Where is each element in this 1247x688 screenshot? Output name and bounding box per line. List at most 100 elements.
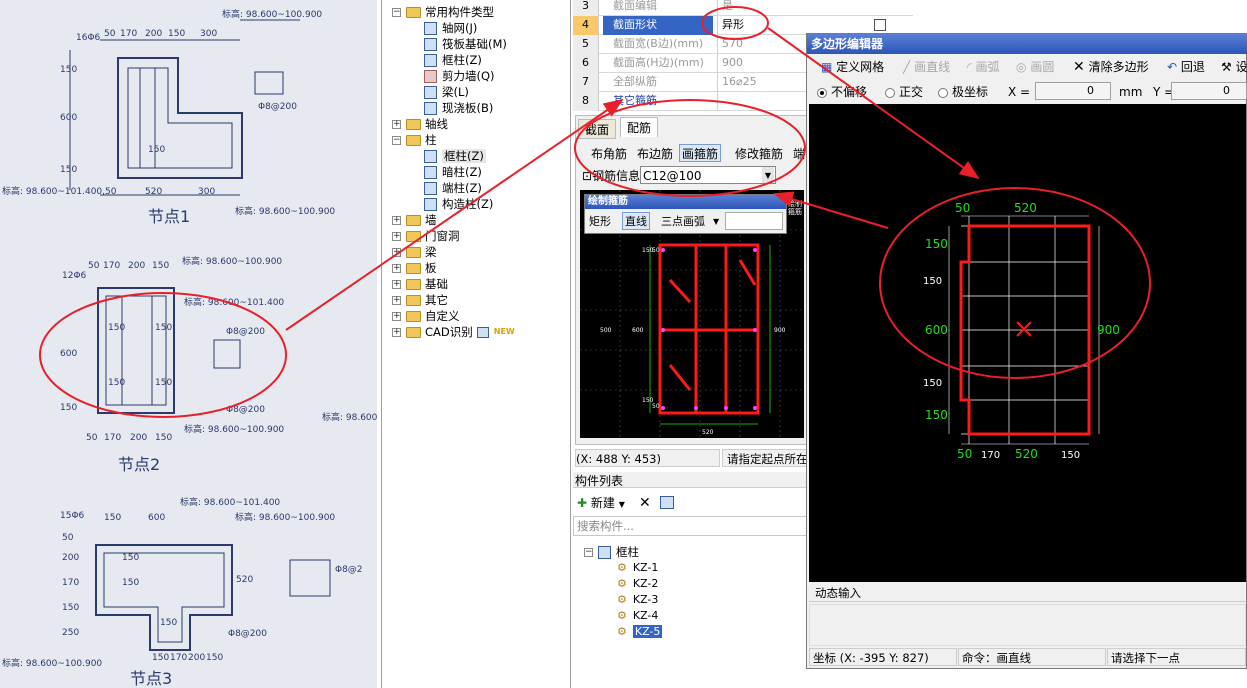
undo-button[interactable]: ↶ 回退 [1167, 58, 1205, 76]
n3-right: 520 [236, 575, 253, 585]
unit-label: mm [1119, 85, 1143, 99]
row-number: 3 [573, 0, 599, 16]
tree-item-raft[interactable]: 筏板基础(M) [424, 36, 507, 52]
radio-icon [938, 87, 948, 98]
line-tool-button[interactable]: 直线 [622, 212, 650, 230]
tree-item-az[interactable]: 暗柱(Z) [424, 164, 482, 180]
expand-icon[interactable]: + [392, 312, 401, 321]
mode-polar[interactable]: 极坐标 [938, 83, 988, 101]
n1-left-0: 150 [60, 65, 77, 75]
end-button[interactable]: 端 [793, 145, 805, 163]
column-icon [424, 54, 437, 67]
status-hint: 请选择下一点 [1107, 648, 1246, 666]
tree-axis[interactable]: 轴线 [406, 116, 448, 132]
collapse-icon[interactable]: − [392, 136, 401, 145]
expand-icon[interactable]: + [392, 216, 401, 225]
expand-icon[interactable]: + [392, 296, 401, 305]
modify-stirrup-button[interactable]: 修改箍筋 [735, 145, 783, 163]
y-input[interactable]: 0 [1171, 82, 1247, 100]
list-item[interactable]: ⚙ KZ-4 [617, 608, 658, 624]
settings-button[interactable]: ⚒ 设 [1221, 58, 1247, 76]
collapse-icon[interactable]: − [584, 548, 593, 557]
corner-rebar-button[interactable]: 布角筋 [591, 145, 627, 163]
tree-item-frame-column[interactable]: 框柱(Z) [424, 52, 482, 68]
tree-item-gz[interactable]: 构造柱(Z) [424, 196, 493, 212]
section-canvas[interactable]: 150 50 600 150 50 900 520 500 绘制箍筋 矩形 直线… [580, 190, 804, 438]
n3-inner-1: 150 [122, 578, 139, 588]
dropdown-arrow-icon[interactable]: ▼ [713, 213, 719, 231]
expand-icon[interactable]: + [392, 120, 401, 129]
list-item[interactable]: ⚙ KZ-2 [617, 576, 658, 592]
clear-polygon-button[interactable]: ✕ 清除多边形 [1073, 58, 1149, 76]
collapse-icon[interactable]: − [392, 8, 401, 17]
undo-icon: ↶ [1167, 60, 1178, 74]
expand-icon[interactable]: + [392, 248, 401, 257]
polygon-canvas[interactable]: 50 520 150 600 150 900 50 520 150 150 17… [809, 104, 1246, 582]
tree-slab[interactable]: 板 [406, 260, 437, 276]
tree-item-shear-wall[interactable]: 剪力墙(Q) [424, 68, 495, 84]
dropdown-arrow-icon[interactable]: ▼ [762, 167, 774, 183]
tree-label: 端柱(Z) [442, 181, 482, 195]
tree-custom[interactable]: 自定义 [406, 308, 460, 324]
tree-beam[interactable]: 梁 [406, 244, 437, 260]
n3-elev3: 标高: 98.600~100.900 [2, 657, 102, 669]
tree-other[interactable]: 其它 [406, 292, 448, 308]
draw-circle-button[interactable]: ◎ 画圆 [1016, 58, 1054, 76]
draw-stirrup-button[interactable]: 画箍筋 [679, 144, 722, 162]
n3-elev1: 标高: 98.600~101.400 [180, 496, 280, 508]
folder-icon [406, 7, 421, 18]
poly-dim-left-0: 150 [925, 237, 948, 251]
arc-tool-button[interactable]: 三点画弧 [661, 213, 705, 231]
dynamic-input-area[interactable] [809, 604, 1246, 646]
expand-icon[interactable]: + [392, 328, 401, 337]
tool-option-select[interactable] [725, 212, 783, 230]
tree-wall[interactable]: 墙 [406, 212, 437, 228]
mode-label: 极坐标 [952, 85, 989, 99]
rebar-info-select[interactable]: C12@100 [640, 166, 776, 184]
component-tree: − 常用构件类型 轴网(J) 筏板基础(M) 框柱(Z) 剪力墙(Q) 梁(L)… [381, 0, 571, 688]
property-row[interactable]: 3 截面编辑 是 [573, 0, 913, 16]
new-button[interactable]: ✚ 新建 ▼ [577, 494, 625, 512]
list-group[interactable]: 框柱 [598, 544, 639, 560]
tree-root[interactable]: 常用构件类型 [406, 4, 494, 20]
n3-left-4: 250 [62, 628, 79, 638]
mode-no-offset[interactable]: 不偏移 [817, 83, 867, 101]
expand-icon[interactable]: + [392, 264, 401, 273]
section-editor: 截面 配筋 布角筋 布边筋 画箍筋 修改箍筋 端 ⊡钢筋信息 C12@100 ▼ [575, 115, 807, 445]
tree-foundation[interactable]: 基础 [406, 276, 448, 292]
folder-icon [406, 247, 421, 258]
tree-column[interactable]: 柱 [406, 132, 437, 148]
tree-item-grid[interactable]: 轴网(J) [424, 20, 477, 36]
column-icon [424, 166, 437, 179]
define-grid-button[interactable]: ▦ 定义网格 [821, 58, 884, 76]
tab-section[interactable]: 截面 [578, 119, 617, 139]
n3-inner-2: 150 [160, 618, 177, 628]
x-input[interactable]: 0 [1035, 82, 1111, 100]
tree-label: 轴线 [425, 117, 448, 131]
tree-item-kz[interactable]: 框柱(Z) [424, 148, 486, 164]
rect-tool-button[interactable]: 矩形 [589, 213, 611, 231]
list-item[interactable]: ⚙ KZ-3 [617, 592, 658, 608]
checkbox[interactable] [874, 19, 886, 31]
list-item[interactable]: ⚙ KZ-5 [617, 624, 663, 640]
n2-elev2: 标高: 98.600~101.400 [184, 296, 284, 308]
delete-icon[interactable]: ✕ [639, 494, 651, 512]
tree-item-beam[interactable]: 梁(L) [424, 84, 469, 100]
expand-icon[interactable]: + [392, 280, 401, 289]
tab-rebar[interactable]: 配筋 [620, 117, 659, 137]
group-label: 框柱 [616, 545, 639, 559]
draw-line-button[interactable]: ╱ 画直线 [903, 58, 950, 76]
tree-item-slab[interactable]: 现浇板(B) [424, 100, 493, 116]
tree-door[interactable]: 门窗洞 [406, 228, 460, 244]
edge-rebar-button[interactable]: 布边筋 [637, 145, 673, 163]
search-input[interactable]: 搜索构件... [573, 516, 809, 536]
list-item[interactable]: ⚙ KZ-1 [617, 560, 658, 576]
copy-icon[interactable] [660, 496, 674, 509]
tree-cad[interactable]: CAD识别 NEW [406, 324, 515, 340]
poly-dim-top-1: 520 [1014, 201, 1037, 215]
property-value[interactable]: 是 [717, 0, 862, 16]
mode-ortho[interactable]: 正交 [885, 83, 923, 101]
tree-item-dz[interactable]: 端柱(Z) [424, 180, 482, 196]
draw-arc-button[interactable]: ◜ 画弧 [967, 58, 1000, 76]
expand-icon[interactable]: + [392, 232, 401, 241]
